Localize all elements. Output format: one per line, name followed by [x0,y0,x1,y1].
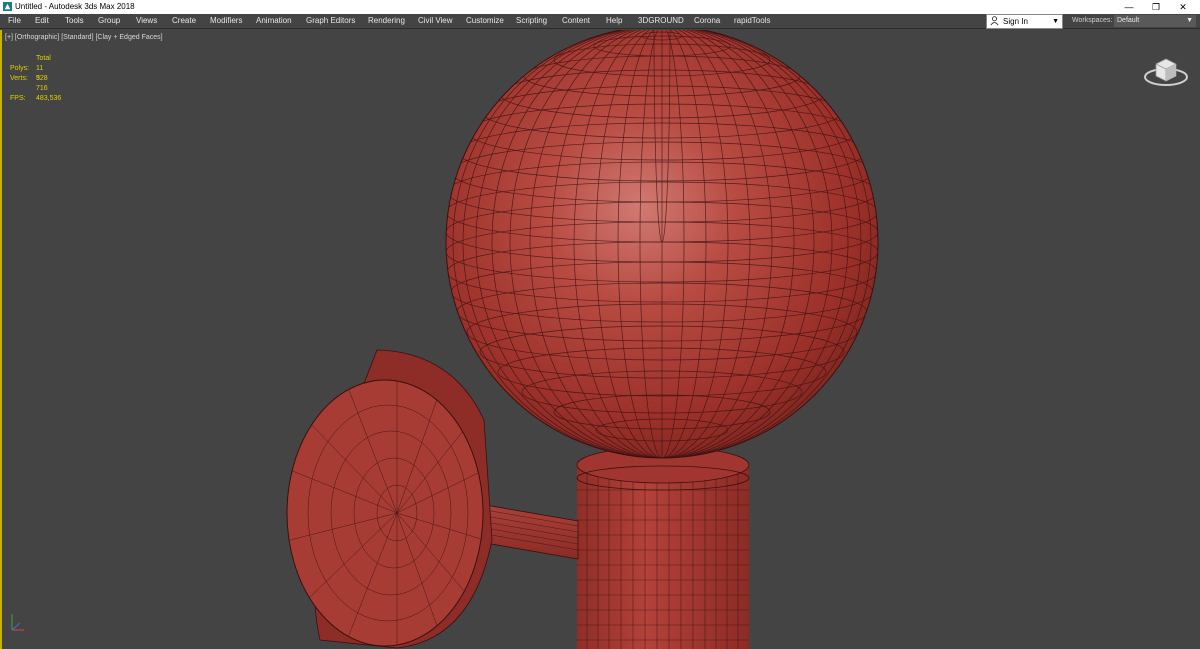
sign-in-label: Sign In [1003,17,1028,26]
menu-views[interactable]: Views [136,14,157,28]
wall-mount-disc [286,349,493,649]
menu-3dground[interactable]: 3DGROUND [638,14,684,28]
title-bar: Untitled - Autodesk 3ds Max 2018 — ❐ ✕ [0,0,1200,14]
workspaces-value: Default [1117,17,1140,24]
chevron-down-icon: ▼ [1186,17,1193,24]
polys-label: Polys: [10,65,30,72]
perspective-viewport[interactable]: [+] [Orthographic] [Standard] [Clay + Ed… [0,30,1200,649]
menu-help[interactable]: Help [606,14,622,28]
scene-render [286,30,879,649]
minimize-button[interactable]: — [1114,0,1144,14]
chevron-down-icon: ▼ [1052,18,1059,25]
menu-civil-view[interactable]: Civil View [418,14,453,28]
verts-label: Verts: [10,75,28,82]
menu-rendering[interactable]: Rendering [368,14,405,28]
workspaces-label: Workspaces: [1072,17,1113,24]
menu-modifiers[interactable]: Modifiers [210,14,242,28]
menu-corona[interactable]: Corona [694,14,720,28]
restore-button[interactable]: ❐ [1141,0,1171,14]
menu-edit[interactable]: Edit [35,14,49,28]
window-title: Untitled - Autodesk 3ds Max 2018 [15,2,135,11]
menu-animation[interactable]: Animation [256,14,292,28]
close-button[interactable]: ✕ [1168,0,1198,14]
menu-rapidtools[interactable]: rapidTools [734,14,770,28]
menu-file[interactable]: File [8,14,21,28]
menu-create[interactable]: Create [172,14,196,28]
fps-label: FPS: [10,95,26,102]
menu-graph-editors[interactable]: Graph Editors [306,14,355,28]
menu-group[interactable]: Group [98,14,120,28]
fps-value: 483,536 [36,95,62,102]
sign-in-dropdown[interactable]: Sign In ▼ [986,14,1063,29]
stats-header: Total [36,55,51,62]
stem-cylinder [576,446,750,649]
3dsmax-app-icon [3,2,12,11]
viewcube-icon[interactable] [1142,52,1190,88]
menu-content[interactable]: Content [562,14,590,28]
verts-value: 5 716 [36,75,48,92]
menu-scripting[interactable]: Scripting [516,14,547,28]
viewport-label[interactable]: [+] [Orthographic] [Standard] [Clay + Ed… [5,34,163,41]
axis-tripod-icon [11,614,24,631]
sphere-globe [445,30,879,459]
menu-tools[interactable]: Tools [65,14,84,28]
workspaces-select[interactable]: Default ▼ [1114,15,1196,27]
menu-customize[interactable]: Customize [466,14,504,28]
person-icon [990,16,999,26]
